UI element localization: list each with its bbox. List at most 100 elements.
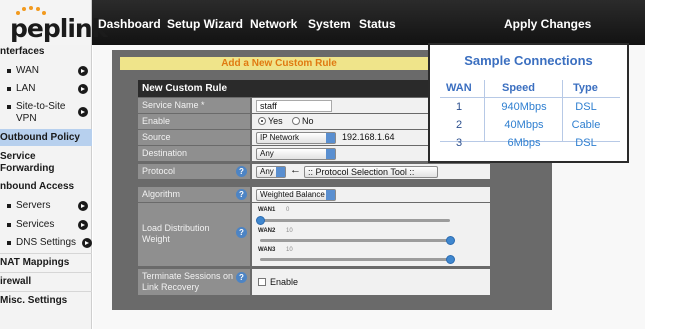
sidebar-item-label: Services: [16, 219, 55, 230]
divider: [0, 291, 92, 292]
row-2-wan: 2: [455, 119, 463, 131]
peplink-logo[interactable]: peplink: [0, 0, 108, 45]
divider: [0, 272, 92, 273]
sidebar-item-label: DNS Settings: [16, 237, 77, 248]
bullet-icon: [7, 69, 11, 73]
arrow-right-icon[interactable]: [78, 107, 88, 117]
protocol-select[interactable]: Any: [256, 166, 286, 178]
row-3-type: DSL: [575, 137, 597, 149]
dialog-title: Add a New Custom Rule: [120, 57, 438, 70]
help-icon[interactable]: ?: [236, 227, 247, 238]
tab-status[interactable]: Status: [359, 17, 396, 31]
enable-yes-label: Yes: [268, 116, 283, 126]
divider: [0, 253, 92, 254]
tab-dashboard[interactable]: Dashboard: [98, 17, 161, 31]
sidebar-item-misc-settings[interactable]: Misc. Settings: [0, 295, 67, 307]
wan1-label: WAN1: [258, 207, 276, 213]
column-header-speed: Speed: [502, 82, 536, 94]
field-label: Destination: [138, 146, 250, 161]
chevron-down-icon: [326, 149, 335, 159]
service-name-input[interactable]: staff: [256, 100, 332, 112]
arrow-right-icon[interactable]: [78, 66, 88, 76]
arrow-right-icon[interactable]: [78, 220, 88, 230]
row-3-speed: 6Mbps: [507, 137, 541, 149]
algorithm-value: Weighted Balance: [260, 190, 325, 199]
sidebar-item-firewall[interactable]: irewall: [0, 276, 31, 288]
wan2-label: WAN2: [258, 228, 276, 234]
protocol-selection-tool[interactable]: :: Protocol Selection Tool ::: [304, 166, 438, 178]
row-2-type: Cable: [571, 119, 601, 131]
field-label: Terminate Sessions on Link Recovery: [138, 269, 234, 295]
bullet-icon: [7, 223, 11, 227]
tab-network[interactable]: Network: [250, 17, 297, 31]
wan3-label: WAN3: [258, 247, 276, 253]
sidebar-heading-interfaces: nterfaces: [0, 46, 45, 57]
protocol-tool-value: :: Protocol Selection Tool ::: [308, 167, 415, 177]
sidebar-item-service-forwarding[interactable]: Service Forwarding: [0, 151, 80, 175]
wan3-slider-knob[interactable]: [446, 255, 455, 264]
help-icon[interactable]: ?: [236, 166, 247, 177]
field-label: Source: [138, 130, 250, 145]
column-header-wan: WAN: [446, 82, 472, 94]
wan1-weight: 0: [286, 207, 290, 213]
row-1-type: DSL: [575, 101, 597, 113]
row-3-wan: 3: [455, 137, 463, 149]
wan2-slider-knob[interactable]: [446, 236, 455, 245]
arrow-left-icon: ←: [290, 164, 301, 176]
divider: [484, 80, 485, 142]
field-label: Enable: [138, 114, 250, 129]
row-protocol: Protocol ? Any ← :: Protocol Selection T…: [138, 164, 490, 179]
chevron-down-icon: [276, 167, 285, 177]
divider: [440, 97, 620, 98]
algorithm-select[interactable]: Weighted Balance: [256, 189, 336, 201]
arrow-right-icon[interactable]: [78, 84, 88, 94]
source-ip-value[interactable]: 192.168.1.64: [342, 132, 395, 142]
terminate-enable-checkbox[interactable]: [258, 278, 266, 286]
row-1-wan: 1: [455, 101, 463, 113]
row-2-speed: 40Mbps: [504, 119, 544, 131]
sidebar-item-outbound-policy[interactable]: Outbound Policy: [0, 132, 80, 144]
sidebar-item-site-to-site-vpn[interactable]: Site-to-Site VPN: [7, 101, 92, 125]
help-icon[interactable]: ?: [236, 189, 247, 200]
bullet-icon: [7, 241, 11, 245]
row-terminate-sessions: Terminate Sessions on Link Recovery ? En…: [138, 269, 490, 295]
wan2-slider-track[interactable]: [260, 239, 450, 242]
wan3-slider-track[interactable]: [260, 258, 450, 261]
row-algorithm: Algorithm ? Weighted Balance: [138, 187, 490, 202]
chevron-down-icon: [326, 133, 335, 143]
sidebar-item-label: Site-to-Site VPN: [16, 101, 66, 124]
sidebar-item-nat-mappings[interactable]: NAT Mappings: [0, 257, 69, 269]
sidebar-item-label: LAN: [16, 83, 36, 94]
top-navigation-bar: peplink Dashboard Setup Wizard Network S…: [0, 0, 645, 45]
field-label: Load Distribution Weight: [138, 203, 234, 266]
sidebar: nterfaces WAN LAN Site-to-Site VPN Outbo…: [0, 45, 92, 329]
source-type-select[interactable]: IP Network: [256, 132, 336, 144]
sample-connections-title: Sample Connections: [464, 53, 593, 68]
wan2-weight: 10: [286, 228, 293, 234]
tab-system[interactable]: System: [308, 17, 351, 31]
tab-setup-wizard[interactable]: Setup Wizard: [167, 17, 243, 31]
logo-text: peplink: [10, 14, 108, 43]
wan1-slider-knob[interactable]: [256, 216, 265, 225]
protocol-value: Any: [260, 167, 274, 176]
enable-yes-radio[interactable]: [258, 117, 266, 125]
destination-value: Any: [260, 149, 274, 158]
wan1-slider-track[interactable]: [260, 219, 450, 222]
source-type-value: IP Network: [260, 133, 299, 142]
bullet-icon: [7, 204, 11, 208]
destination-select[interactable]: Any: [256, 148, 336, 160]
apply-changes-button[interactable]: Apply Changes: [504, 17, 591, 31]
help-icon[interactable]: ?: [236, 272, 247, 283]
bullet-icon: [7, 105, 11, 109]
field-label: Algorithm: [138, 187, 250, 202]
enable-no-radio[interactable]: [292, 117, 300, 125]
row-1-speed: 940Mbps: [501, 101, 547, 113]
enable-no-label: No: [302, 116, 314, 126]
row-load-distribution: Load Distribution Weight ? WAN1 0 WAN2 1…: [138, 203, 490, 266]
arrow-right-icon[interactable]: [82, 238, 92, 248]
column-header-type: Type: [573, 82, 598, 94]
sample-connections-panel: Sample Connections WAN Speed Type 1 940M…: [428, 43, 629, 163]
divider: [562, 80, 563, 142]
sidebar-heading-inbound-access: nbound Access: [0, 181, 75, 192]
arrow-right-icon[interactable]: [78, 201, 88, 211]
